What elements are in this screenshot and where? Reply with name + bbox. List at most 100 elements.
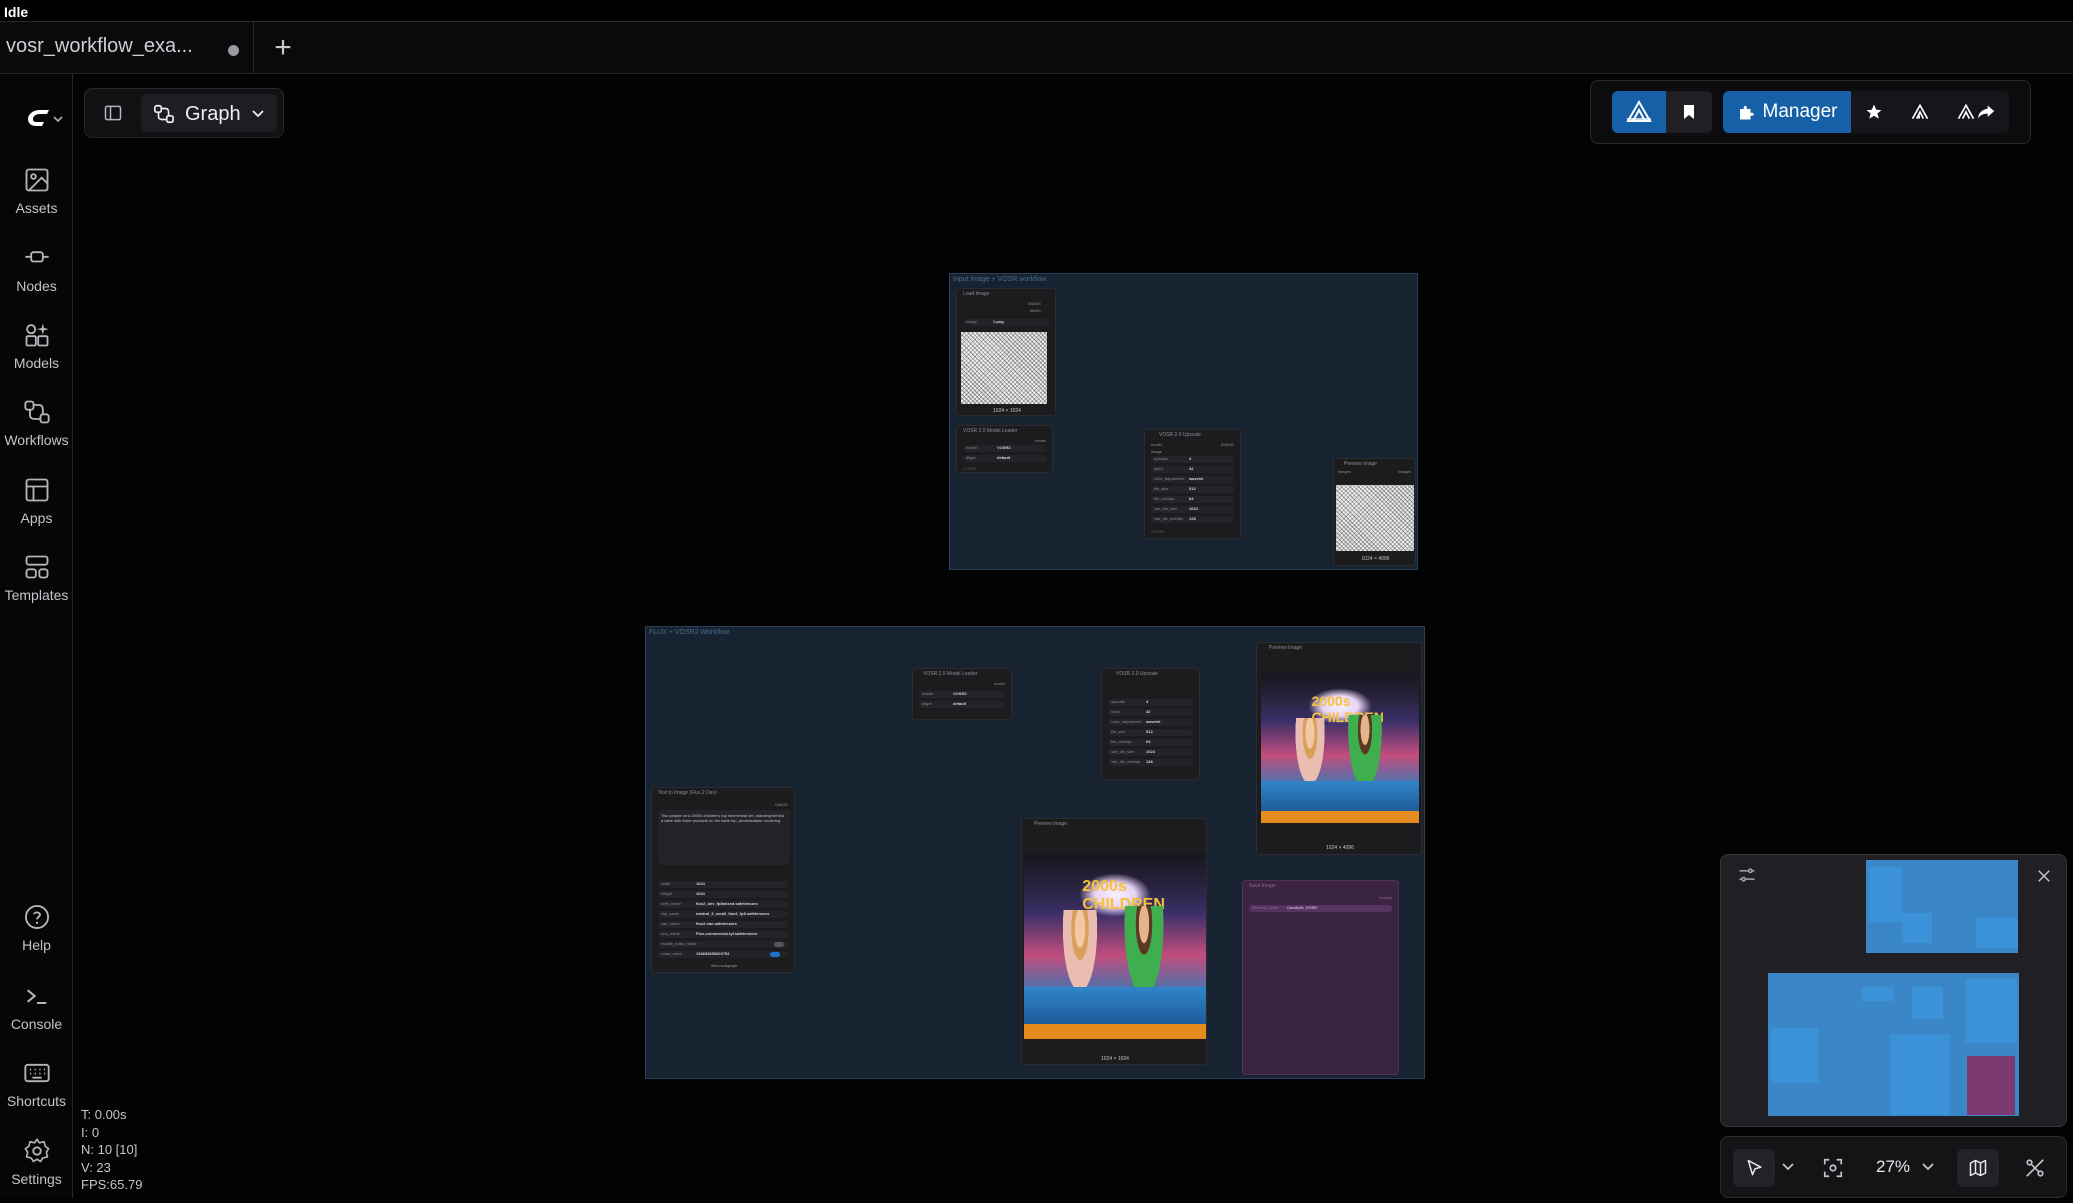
widget-value: VOSR2 [997, 445, 1011, 450]
node-title: VOSR 2.0 Upscale [1159, 432, 1201, 438]
input-label: model [1151, 442, 1162, 447]
sidebar-item-label: Assets [15, 200, 58, 216]
color-adjustment-widget[interactable]: color_adjustment wavelet [1108, 719, 1193, 726]
node-text-to-image[interactable]: Text to Image (Flux.2 Dev) IMAGE Two peo… [651, 787, 795, 973]
sidebar-item-settings[interactable]: Settings [0, 1137, 73, 1203]
sidebar-item-nodes[interactable]: Nodes [0, 244, 73, 310]
height-widget[interactable]: height 1024 [658, 891, 788, 898]
dtype-widget[interactable]: dtype default [963, 455, 1046, 462]
view-subgraph-link[interactable]: View subgraph [652, 963, 796, 968]
hide-links-icon[interactable] [2024, 1157, 2046, 1179]
lora-name-widget[interactable]: lora_name Flux-commercial-lyf.safetensors [658, 931, 788, 938]
sidebar-item-label: Nodes [16, 278, 57, 294]
nodes-icon [24, 251, 49, 263]
seed-widget[interactable]: seed 42 [1108, 709, 1193, 716]
tile-overlap-widget[interactable]: tile_overlap 64 [1108, 739, 1193, 746]
sidebar-item-console[interactable]: Console [0, 982, 73, 1048]
node-save-image[interactable]: Save Image images filename_prefix ComfyUI… [1242, 880, 1399, 1075]
model-widget[interactable]: model VOSR2 [919, 691, 1005, 698]
width-widget[interactable]: width 1024 [658, 881, 788, 888]
widget-value: VOSR2 [953, 691, 967, 696]
vae-name-widget[interactable]: vae_name flux2-vae.safetensors [658, 921, 788, 928]
loaded-image-preview [961, 332, 1047, 404]
node-vosr-upscale-2[interactable]: VOSR 2.0 Upscale upscale 4 seed 42 color_a… [1101, 668, 1200, 780]
title-bar: Idle [0, 0, 2073, 22]
node-model-loader[interactable]: VOSR 2.0 Model Loader model model VOSR2 d… [956, 425, 1053, 473]
fit-view-icon[interactable] [1822, 1157, 1844, 1179]
upscale-widget[interactable]: upscale 4 [1108, 699, 1193, 706]
sidebar-item-label: Console [10, 1016, 63, 1032]
share-node-button[interactable] [1897, 91, 1943, 133]
vae-tile-overlap-widget[interactable]: vae_tile_overlap 128 [1151, 516, 1234, 523]
manager-button[interactable]: Manager [1723, 91, 1851, 133]
widget-value: 4 [1189, 456, 1192, 461]
chevron-down-icon[interactable] [1781, 1161, 1795, 1173]
sidebar-item-workflows[interactable]: Workflows [0, 398, 73, 464]
vae-tile-size-widget[interactable]: vae_tile_size 1024 [1151, 506, 1234, 513]
model-widget[interactable]: model VOSR2 [963, 445, 1046, 452]
new-tab-button[interactable]: + [268, 33, 298, 64]
select-mode-button[interactable] [1733, 1149, 1775, 1187]
workflow-tab[interactable]: vosr_workflow_exa... [0, 22, 254, 74]
comfy-logo-menu[interactable] [20, 104, 64, 132]
node-preview-image-flux[interactable]: Preview Image 2000s CHILDREN 1024 × 1024 [1021, 818, 1207, 1065]
image-size-caption: 1024 × 1024 [993, 408, 1021, 414]
widget-label: model [922, 691, 933, 696]
minimap-toggle-button[interactable] [1957, 1149, 1999, 1187]
node-preview-image-upscaled[interactable]: Preview Image 2000s CHILDREN 1024 × 4096 [1256, 642, 1422, 855]
clip-name-widget[interactable]: clip_name mistral_3_small_flux2_fp8.safet… [658, 911, 788, 918]
minimap-panel[interactable] [1720, 854, 2067, 1127]
canvas-toolbar: 27% [1720, 1136, 2067, 1198]
widget-value: Flux-commercial-lyf.safetensors [696, 931, 758, 936]
widget-label: tile_overlap [1154, 496, 1175, 501]
sidebar-item-help[interactable]: Help [0, 903, 73, 969]
share-button[interactable] [1963, 91, 2009, 133]
toggle-panel-icon[interactable] [103, 103, 123, 123]
image-widget[interactable]: image 1.png [963, 319, 1049, 326]
node-model-loader-2[interactable]: VOSR 2.0 Model Loader model model VOSR2 d… [912, 668, 1012, 720]
sidebar-item-apps[interactable]: Apps [0, 476, 73, 542]
prompt-textarea[interactable]: Two people on a 2000s children's toy inf… [658, 810, 790, 865]
vae-tile-overlap-widget[interactable]: vae_tile_overlap 128 [1108, 759, 1193, 766]
chevron-down-icon [252, 110, 264, 118]
dtype-widget[interactable]: dtype default [919, 701, 1005, 708]
tile-size-widget[interactable]: tile_size 512 [1108, 729, 1193, 736]
sidebar-item-assets[interactable]: Assets [0, 166, 73, 232]
widget-label: vae_tile_size [1111, 749, 1135, 754]
zoom-level[interactable]: 27% [1876, 1157, 1910, 1177]
widget-value: 64 [1189, 496, 1194, 501]
tile-size-widget[interactable]: tile_size 512 [1151, 486, 1234, 493]
vae-tile-size-widget[interactable]: vae_tile_size 1024 [1108, 749, 1193, 756]
sidebar-item-templates[interactable]: Templates [0, 553, 73, 619]
widget-value: 1024 [1189, 506, 1198, 511]
widget-value: wavelet [1146, 719, 1161, 724]
chevron-down-icon[interactable] [1921, 1161, 1935, 1173]
node-preview-image[interactable]: Preview Image images images 1024 × 4096 [1333, 458, 1416, 566]
sidebar-item-shortcuts[interactable]: Shortcuts [0, 1059, 73, 1125]
node-footer: VOSR2 [1151, 529, 1165, 534]
node-vosr-upscale[interactable]: VOSR 2.0 Upscale model image IMAGE upsca… [1144, 429, 1241, 539]
filename-prefix-widget[interactable]: filename_prefix ComfyUI_VOSR [1249, 905, 1392, 912]
pointer-icon [1747, 1159, 1762, 1176]
seed-widget[interactable]: seed 42 [1151, 466, 1234, 473]
toggle-switch[interactable] [770, 952, 780, 957]
image-size-caption: 1024 × 4096 [1326, 845, 1354, 851]
node-title: VOSR 2.0 Model Loader [963, 428, 1018, 434]
favorite-button[interactable] [1851, 91, 1897, 133]
widget-value: flux2_dev_fp8mixed.safetensors [696, 901, 758, 906]
widget-label: upscale [1111, 699, 1125, 704]
color-adjustment-widget[interactable]: color_adjustment wavelet [1151, 476, 1234, 483]
widget-label: image [966, 319, 977, 324]
sidebar-item-models[interactable]: Models [0, 321, 73, 387]
noise-seed-widget[interactable]: noise_seed 194693650603754 [658, 951, 788, 958]
comfy-registry-button[interactable] [1612, 91, 1666, 133]
upscale-widget[interactable]: upscale 4 [1151, 456, 1234, 463]
toggle-switch[interactable] [774, 942, 784, 947]
node-load-image[interactable]: Load Image IMAGE MASK image 1.png 1024 ×… [956, 288, 1056, 416]
unet-name-widget[interactable]: unet_name flux2_dev_fp8mixed.safetensors [658, 901, 788, 908]
turbo-mode-toggle[interactable]: enable_turbo_mode [658, 941, 788, 948]
graph-mode-dropdown[interactable]: Graph [141, 94, 277, 132]
output-label: IMAGE [775, 802, 788, 807]
tile-overlap-widget[interactable]: tile_overlap 64 [1151, 496, 1234, 503]
bookmark-button[interactable] [1666, 91, 1712, 133]
